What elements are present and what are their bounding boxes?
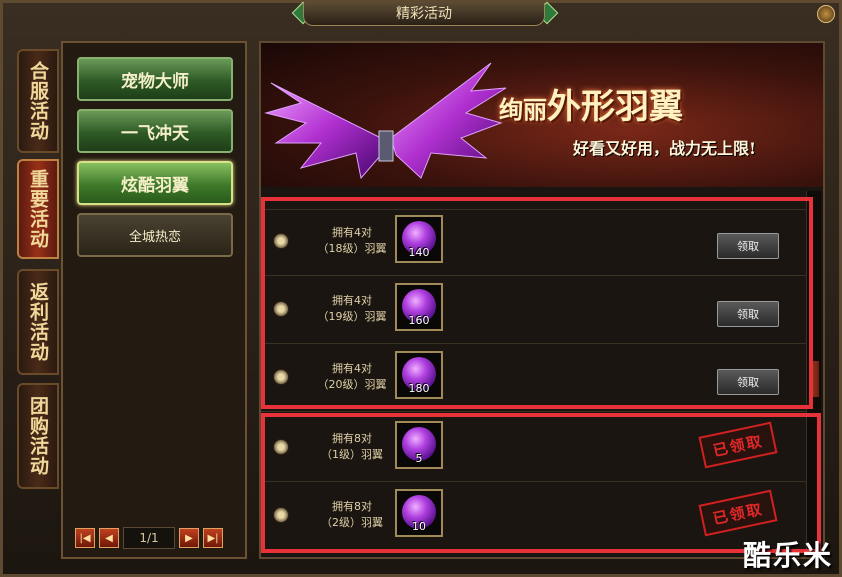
tab-group-buy-events[interactable]: 团购活动	[17, 383, 59, 489]
tab-important-events[interactable]: 重要活动	[17, 159, 59, 259]
tab-label: 合服活动	[27, 61, 49, 141]
window-title: 精彩活动	[303, 3, 545, 26]
banner-title-big: 外形羽翼	[547, 87, 683, 127]
tab-rebate-events[interactable]: 返利活动	[17, 269, 59, 375]
highlight-box	[261, 197, 813, 409]
last-page-button[interactable]: ▶|	[203, 528, 223, 548]
tab-label: 团购活动	[27, 396, 49, 476]
first-page-button[interactable]: |◀	[75, 528, 95, 548]
tab-merge-server-events[interactable]: 合服活动	[17, 49, 59, 153]
watermark-text: 酷乐米	[742, 539, 833, 572]
sub-item-city-romance[interactable]: 全城热恋	[77, 213, 233, 257]
page-indicator: 1/1	[123, 527, 175, 549]
next-page-button[interactable]: ▶	[179, 528, 199, 548]
highlight-box	[261, 413, 821, 553]
event-window: 精彩活动 合服活动 重要活动 返利活动 团购活动 宠物大师 一飞冲天 炫酷羽翼 …	[0, 0, 842, 577]
sub-item-cool-wings[interactable]: 炫酷羽翼	[77, 161, 233, 205]
sub-item-soar[interactable]: 一飞冲天	[77, 109, 233, 153]
banner-title-small: 绚丽	[499, 95, 547, 124]
event-sub-list: 宠物大师 一飞冲天 炫酷羽翼 全城热恋 |◀ ◀ 1/1 ▶ ▶|	[61, 41, 247, 559]
banner-title: 绚丽外形羽翼	[499, 79, 683, 128]
tab-label: 重要活动	[27, 169, 49, 249]
pager: |◀ ◀ 1/1 ▶ ▶|	[75, 527, 235, 549]
prev-page-button[interactable]: ◀	[99, 528, 119, 548]
sub-item-pet-master[interactable]: 宠物大师	[77, 57, 233, 101]
close-button[interactable]	[817, 5, 835, 23]
tab-label: 返利活动	[27, 282, 49, 362]
